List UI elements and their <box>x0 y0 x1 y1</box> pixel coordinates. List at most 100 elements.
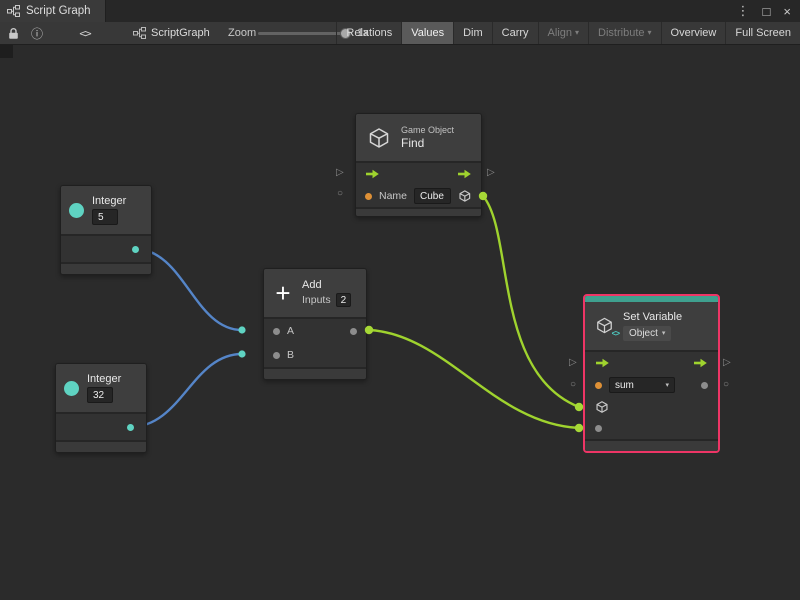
output-port-dot[interactable] <box>132 246 139 253</box>
string-input-port-dot[interactable] <box>365 193 372 200</box>
port-triangle-icon[interactable]: ▷ <box>569 358 577 368</box>
node-title: Integer <box>92 195 126 207</box>
align-button[interactable]: Align ▾ <box>538 22 588 44</box>
node-footer <box>56 440 146 452</box>
node-footer <box>356 207 481 216</box>
lock-button[interactable] <box>3 22 23 44</box>
port-circle-icon[interactable]: ○ <box>723 380 729 390</box>
tab-title: Script Graph <box>26 5 91 17</box>
node-gameobject-find[interactable]: Game Object Find Name Cube <box>355 113 482 217</box>
node-set-variable[interactable]: <> Set Variable Object ▾ <box>585 296 718 451</box>
object-port-row <box>585 396 718 417</box>
toolbar-button-group: Relations Values Dim Carry Align ▾ Distr… <box>336 22 800 44</box>
string-input-port-dot[interactable] <box>595 382 602 389</box>
node-title: Integer <box>87 373 121 385</box>
node-integer-5[interactable]: Integer 5 <box>60 185 152 275</box>
node-header[interactable]: <> Set Variable Object ▾ <box>585 302 718 350</box>
variable-scope-dropdown[interactable]: Object ▾ <box>623 326 671 341</box>
zoom-label: Zoom <box>228 22 256 44</box>
graph-toolbar: ⓘ <> ScriptGraph Zoom 1x <box>0 22 800 45</box>
port-row-a: A <box>264 319 366 343</box>
values-button[interactable]: Values <box>401 22 453 44</box>
value-input-row <box>585 417 718 439</box>
name-port-row: Name Cube <box>356 185 481 207</box>
kebab-menu-icon[interactable]: ⋮ <box>737 3 750 19</box>
output-port-dot[interactable] <box>350 328 357 335</box>
node-title: Find <box>401 136 454 150</box>
gameobject-input-cube-icon[interactable] <box>595 400 609 414</box>
variable-cube-icon: <> <box>595 316 615 336</box>
integer-icon <box>64 381 79 396</box>
node-title: Set Variable <box>623 311 682 323</box>
gameobject-output-cube-icon[interactable] <box>458 189 472 203</box>
node-set-variable-selected[interactable]: <> Set Variable Object ▾ <box>583 294 720 453</box>
caret-down-icon: ▾ <box>662 330 666 337</box>
graph-icon <box>133 27 146 39</box>
plus-icon: + <box>272 282 294 304</box>
maximize-icon[interactable]: □ <box>763 4 771 19</box>
name-label: Name <box>379 190 407 202</box>
node-body: sum ▾ <box>585 350 718 439</box>
node-body: Name Cube <box>356 161 481 207</box>
code-icon: <> <box>79 27 90 40</box>
port-row-b: B <box>264 343 366 367</box>
code-view-button[interactable]: <> <box>74 22 96 44</box>
input-port-dot[interactable] <box>273 352 280 359</box>
node-header[interactable]: Integer 32 <box>56 364 146 412</box>
node-integer-32[interactable]: Integer 32 <box>55 363 147 453</box>
titlebar: Script Graph ⋮ □ × <box>0 0 800 22</box>
input-port-dot[interactable] <box>273 328 280 335</box>
node-category: Game Object <box>401 125 454 135</box>
port-circle-icon[interactable]: ○ <box>337 189 343 199</box>
node-header[interactable]: Integer 5 <box>61 186 151 234</box>
node-body: A B <box>264 317 366 367</box>
value-output-port-dot[interactable] <box>701 382 708 389</box>
port-triangle-icon[interactable]: ▷ <box>723 358 731 368</box>
node-footer <box>585 439 718 451</box>
node-footer <box>61 262 151 274</box>
distribute-button[interactable]: Distribute ▾ <box>588 22 660 44</box>
graph-icon <box>7 5 20 17</box>
port-label: A <box>287 325 294 337</box>
overview-button[interactable]: Overview <box>661 22 726 44</box>
flow-out-arrow-icon[interactable] <box>457 169 472 179</box>
node-header[interactable]: + Add Inputs 2 <box>264 269 366 317</box>
integer-value-field[interactable]: 32 <box>87 387 113 403</box>
node-add[interactable]: + Add Inputs 2 A B <box>263 268 367 380</box>
unity-script-graph-window: Script Graph ⋮ □ × ⓘ <> <box>0 0 800 600</box>
flow-out-arrow-icon[interactable] <box>693 358 708 368</box>
fullscreen-button[interactable]: Full Screen <box>725 22 800 44</box>
variable-name-dropdown[interactable]: sum ▾ <box>609 377 675 393</box>
info-button[interactable]: ⓘ <box>27 22 47 44</box>
node-title: Add <box>302 279 351 291</box>
integer-icon <box>69 203 84 218</box>
tab-script-graph[interactable]: Script Graph <box>0 0 106 22</box>
inputs-count-field[interactable]: 2 <box>336 293 352 307</box>
window-controls: ⋮ □ × <box>737 0 800 22</box>
node-footer <box>264 367 366 379</box>
name-value-field[interactable]: Cube <box>414 188 451 204</box>
caret-down-icon: ▾ <box>575 29 579 37</box>
flow-in-arrow-icon[interactable] <box>365 169 380 179</box>
close-icon[interactable]: × <box>783 4 791 19</box>
lock-icon <box>8 27 19 40</box>
inputs-label: Inputs <box>302 294 331 306</box>
node-header[interactable]: Game Object Find <box>356 114 481 161</box>
port-triangle-icon[interactable]: ▷ <box>336 168 344 178</box>
graph-name-breadcrumb[interactable]: ScriptGraph <box>133 22 210 44</box>
flow-in-arrow-icon[interactable] <box>595 358 610 368</box>
info-icon: ⓘ <box>31 25 43 42</box>
carry-button[interactable]: Carry <box>492 22 538 44</box>
cube-icon <box>367 126 391 150</box>
value-input-port-dot[interactable] <box>595 425 602 432</box>
variable-code-icon: <> <box>612 330 619 338</box>
dim-button[interactable]: Dim <box>453 22 492 44</box>
flow-port-row <box>585 352 718 374</box>
port-label: B <box>287 349 294 361</box>
integer-value-field[interactable]: 5 <box>92 209 118 225</box>
port-circle-icon[interactable]: ○ <box>570 380 576 390</box>
port-triangle-icon[interactable]: ▷ <box>487 168 495 178</box>
relations-button[interactable]: Relations <box>336 22 401 44</box>
output-port-dot[interactable] <box>127 424 134 431</box>
variable-name-row: sum ▾ <box>585 374 718 396</box>
